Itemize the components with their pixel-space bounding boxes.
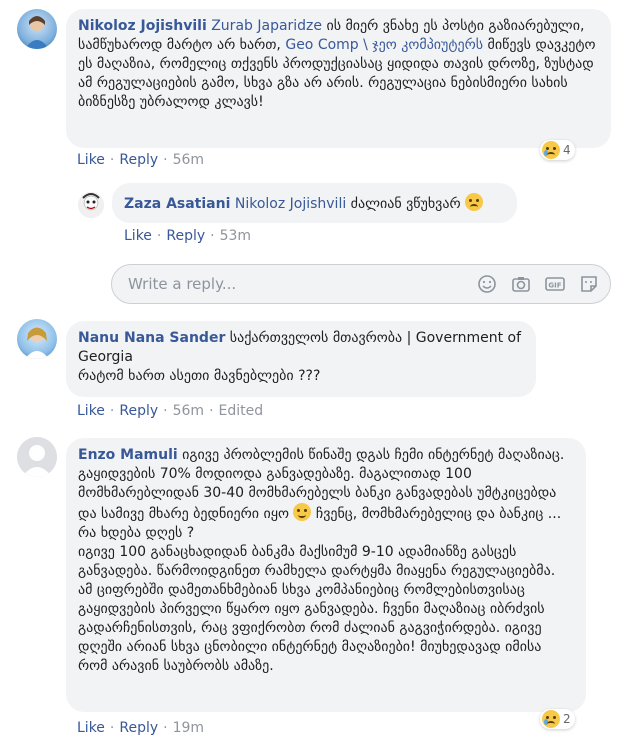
timestamp[interactable]: 19m [173,720,204,736]
like-link[interactable]: Like [124,228,152,244]
reply-link[interactable]: Reply [119,720,158,736]
comment-bubble: Zaza Asatiani Nikoloz Jojishvili ძალიან … [112,183,517,223]
reaction-count: 2 [563,712,571,726]
reply-placeholder: Write a reply... [128,275,237,293]
comment-author[interactable]: Nikoloz Jojishvili [78,18,207,34]
camera-icon[interactable] [510,273,532,295]
reply-tools: GIF [476,273,600,295]
timestamp[interactable]: 56m [173,152,204,168]
comment-actions: Like · Reply · 56m · Edited [77,403,264,419]
comment-author[interactable]: Nanu Nana Sander [78,330,225,346]
timestamp[interactable]: 53m [220,228,251,244]
comment-actions: Like · Reply · 19m [77,720,205,736]
reply-link[interactable]: Reply [119,403,158,419]
mention-link[interactable]: Geo Comp \ ჯეო კომპიუტერს [285,37,483,53]
smile-emoji-icon [293,503,312,521]
avatar[interactable] [17,319,57,359]
comment-bubble: Nanu Nana Sander საქართველოს მთავრობა | … [66,321,536,397]
mention-link[interactable]: Zurab Japaridze [211,18,322,34]
emoji-icon[interactable] [476,273,498,295]
reply-link[interactable]: Reply [166,228,205,244]
reaction-count: 4 [563,143,571,157]
comment-bubble: Enzo Mamuli იგივე პრობლემის წინაშე დგას … [66,438,586,712]
reaction-badge[interactable]: 4 [540,140,575,160]
timestamp[interactable]: 56m [173,403,204,419]
sad-emoji-icon [465,193,484,211]
like-link[interactable]: Like [77,152,105,168]
mention-link[interactable]: Nikoloz Jojishvili [235,196,346,212]
comment-author[interactable]: Enzo Mamuli [78,447,178,463]
reply-input[interactable]: Write a reply... GIF [111,264,611,304]
like-link[interactable]: Like [77,403,105,419]
sad-emoji-icon [542,141,560,159]
svg-text:GIF: GIF [548,282,561,290]
gif-icon[interactable]: GIF [544,273,566,295]
avatar[interactable] [17,9,57,49]
reaction-badge[interactable]: 2 [540,709,575,729]
reply-link[interactable]: Reply [119,152,158,168]
avatar[interactable] [78,192,104,218]
sad-emoji-icon [542,710,560,728]
avatar[interactable] [17,437,57,477]
comment-text: იგივე 100 განაცხადიდან ბანკმა მაქსიმუმ 9… [78,544,556,674]
like-link[interactable]: Like [77,720,105,736]
comment-actions: Like · Reply · 56m [77,152,205,168]
comment-bubble: Nikoloz Jojishvili Zurab Japaridze ის მი… [66,9,611,148]
comment-actions: Like · Reply · 53m [124,228,252,244]
comment-text: რატომ ხართ ასეთი მავნებლები ??? [78,368,321,384]
sticker-icon[interactable] [578,273,600,295]
comment-text: ძალიან ვწუხვარ [346,196,466,212]
edited-label[interactable]: Edited [219,403,264,419]
comment-author[interactable]: Zaza Asatiani [124,196,230,212]
